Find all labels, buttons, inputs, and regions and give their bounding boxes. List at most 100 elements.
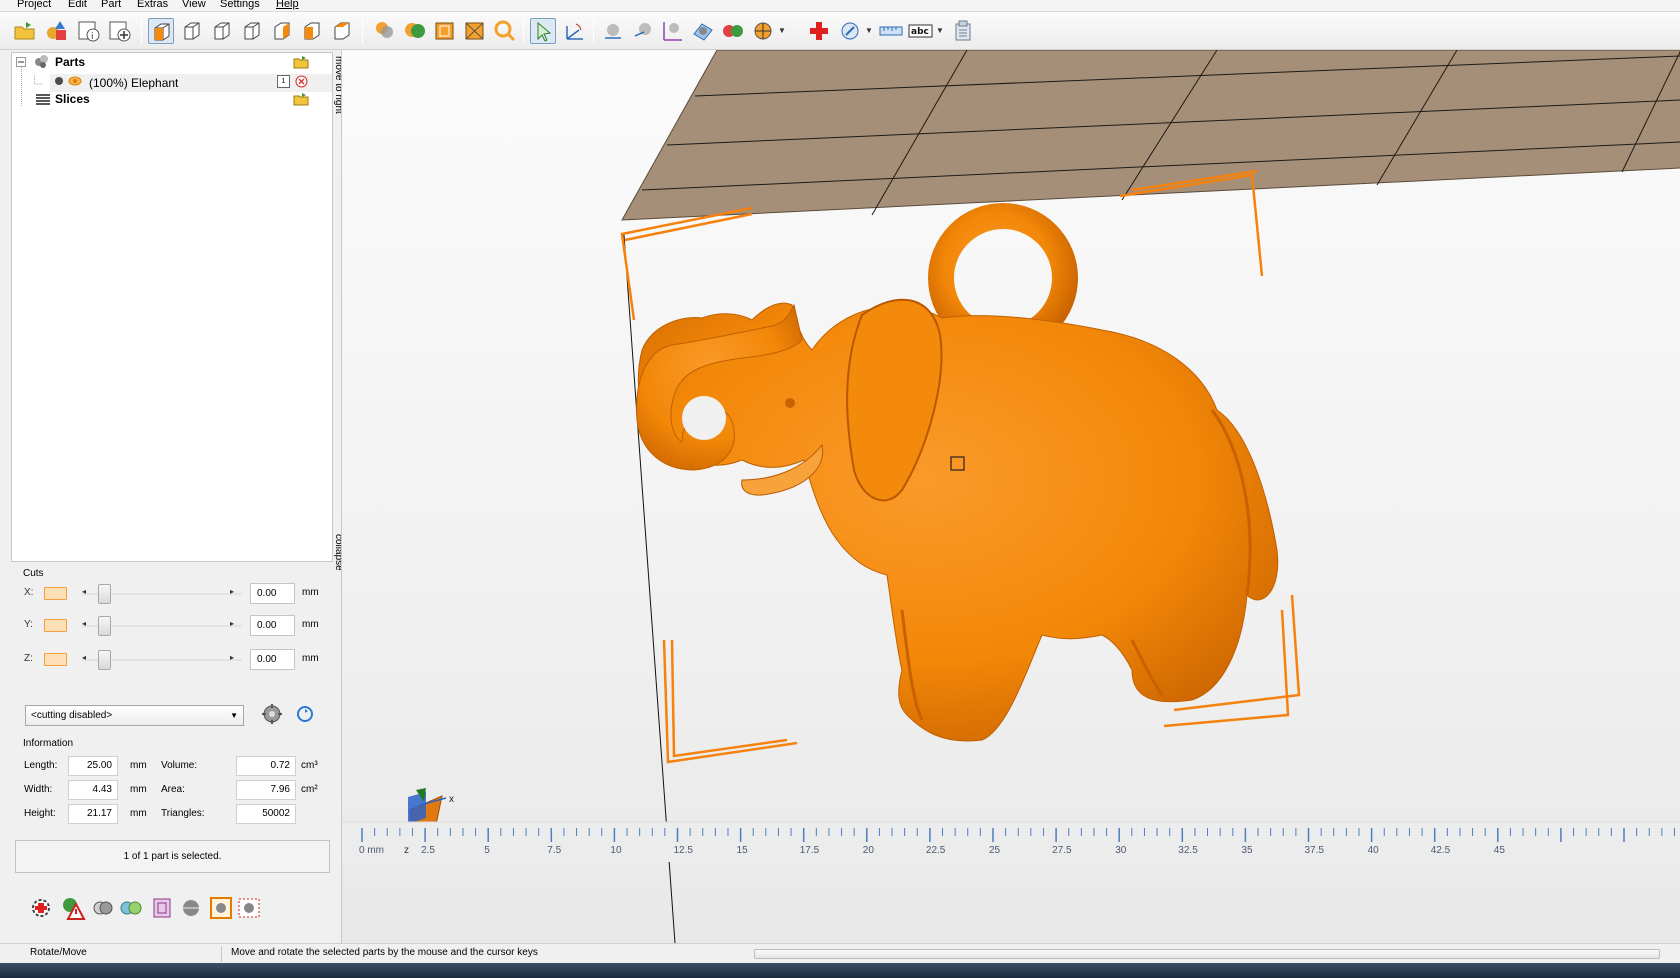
repair-gear-icon[interactable] xyxy=(28,895,54,921)
menu-project[interactable]: Project xyxy=(17,0,51,11)
cut-x-toggle[interactable] xyxy=(44,587,67,600)
ruler-label: 5 xyxy=(484,845,490,856)
tree-part-elephant[interactable]: (100%) Elephant xyxy=(89,74,178,92)
tree-parts-label[interactable]: Parts xyxy=(55,53,85,71)
ruler-label: 45 xyxy=(1494,845,1506,856)
wireframe-icon[interactable] xyxy=(432,18,458,44)
cut-z-input[interactable]: 0.00 xyxy=(250,649,295,670)
ruler-label: 10 xyxy=(610,845,622,856)
sphere-grey-icon[interactable] xyxy=(178,895,204,921)
area-value: 7.96 xyxy=(236,780,296,800)
cut-x-input[interactable]: 0.00 xyxy=(250,583,295,604)
label-icon[interactable] xyxy=(838,18,864,44)
slices-open-folder-icon[interactable] xyxy=(293,92,309,106)
view-top-icon[interactable] xyxy=(299,18,325,44)
menu-extras[interactable]: Extras xyxy=(137,0,168,11)
view-bottom-icon[interactable] xyxy=(329,18,355,44)
axis-x-label: x xyxy=(449,794,454,805)
rotate-sphere-icon[interactable] xyxy=(631,18,657,44)
section-dropdown-icon[interactable]: ▼ xyxy=(778,18,786,44)
tree-slices-label[interactable]: Slices xyxy=(55,90,90,108)
svg-text:i: i xyxy=(91,32,94,42)
elephant-model[interactable] xyxy=(636,203,1279,742)
shaded-view-icon[interactable] xyxy=(372,18,398,44)
zoom-icon[interactable] xyxy=(492,18,518,44)
view-back-icon[interactable] xyxy=(209,18,235,44)
height-label: Height: xyxy=(24,808,56,819)
cut-axis-label: Z: xyxy=(24,653,33,664)
chevron-down-icon: ▼ xyxy=(230,711,238,720)
menu-edit[interactable]: Edit xyxy=(68,0,87,11)
cut-row-x: X: ◂ ▸ 0.00 mm xyxy=(11,583,333,605)
report-icon[interactable] xyxy=(950,18,976,44)
cut-y-input[interactable]: 0.00 xyxy=(250,615,295,636)
view-front-icon[interactable] xyxy=(179,18,205,44)
cut-x-slider-thumb[interactable] xyxy=(98,584,111,604)
section-ball-icon[interactable] xyxy=(750,18,776,44)
view-left-icon[interactable] xyxy=(239,18,265,44)
cut-reset-icon[interactable] xyxy=(295,704,315,724)
cut-axis-label: X: xyxy=(24,587,34,598)
triangles-value: 50002 xyxy=(236,804,296,824)
rotate-move-icon[interactable] xyxy=(561,18,587,44)
repair-cross-icon[interactable] xyxy=(806,18,832,44)
parts-open-folder-icon[interactable] xyxy=(293,55,309,69)
toolbar-separator xyxy=(593,18,594,44)
select-pointer-icon[interactable] xyxy=(530,18,556,44)
split-icon[interactable] xyxy=(118,895,144,921)
plane-icon[interactable] xyxy=(690,18,716,44)
cut-apply-gear-icon[interactable] xyxy=(260,702,284,726)
merge-shells-icon[interactable] xyxy=(90,895,116,921)
add-part-icon[interactable] xyxy=(107,18,133,44)
menu-help[interactable]: Help xyxy=(276,0,299,11)
cuts-title: Cuts xyxy=(23,568,44,579)
view-right-icon[interactable] xyxy=(269,18,295,44)
toolbar-separator xyxy=(141,18,142,44)
status-message: Move and rotate the selected parts by th… xyxy=(231,947,538,958)
part-index-box[interactable]: 1 xyxy=(277,75,290,88)
remove-part-icon[interactable] xyxy=(295,75,308,88)
cut-z-toggle[interactable] xyxy=(44,653,67,666)
warning-icon[interactable] xyxy=(60,895,86,921)
cut-z-slider-thumb[interactable] xyxy=(98,650,111,670)
cutting-mode-select[interactable]: <cutting disabled> ▼ xyxy=(25,705,244,726)
ruler-label: 0 mm xyxy=(359,845,384,856)
view-perspective-icon[interactable] xyxy=(148,18,174,44)
sphere-icon[interactable] xyxy=(600,18,626,44)
part-visibility-eye-icon[interactable] xyxy=(68,74,82,88)
parts-tree: Parts (100%) Elephant 1 Slices xyxy=(11,52,333,562)
length-value: 25.00 xyxy=(68,756,118,776)
shaded-wireframe-icon[interactable] xyxy=(402,18,428,44)
ruler-label: 17.5 xyxy=(800,845,820,856)
menu-settings[interactable]: Settings xyxy=(220,0,260,11)
text-dropdown-icon[interactable]: ▼ xyxy=(936,18,944,44)
menu-part[interactable]: Part xyxy=(101,0,121,11)
part-info-icon[interactable]: i xyxy=(76,18,102,44)
text-abc-icon[interactable]: abc xyxy=(908,18,934,44)
3d-scene[interactable]: x 0 mm 2.5 5 7.5 10 12.5 15 17.5 20 22.5 25 27.5 30 3… xyxy=(342,50,1680,943)
ruler-label: 22.5 xyxy=(926,845,946,856)
add-shapes-icon[interactable] xyxy=(44,18,70,44)
cut-x-slider[interactable]: ◂ ▸ xyxy=(82,583,242,605)
tree-expander-icon[interactable] xyxy=(16,57,26,67)
axis-z-label: z xyxy=(404,845,409,856)
boundary-icon[interactable] xyxy=(149,895,175,921)
ruler-icon[interactable] xyxy=(878,18,904,44)
cutting-mode-value: <cutting disabled> xyxy=(31,710,113,721)
label-dropdown-icon[interactable]: ▼ xyxy=(865,18,873,44)
flip-triangles-icon[interactable] xyxy=(236,895,262,921)
part-status-dot-icon xyxy=(55,77,63,85)
measure-axes-icon[interactable] xyxy=(659,18,685,44)
cut-y-toggle[interactable] xyxy=(44,619,67,632)
boolean-spheres-icon[interactable] xyxy=(720,18,746,44)
menu-view[interactable]: View xyxy=(182,0,206,11)
cut-row-z: Z: ◂ ▸ 0.00 mm xyxy=(11,649,333,671)
frame-select-icon[interactable] xyxy=(208,895,234,921)
left-panel: Parts (100%) Elephant 1 Slices move to r… xyxy=(9,52,344,942)
cut-y-slider[interactable]: ◂ ▸ xyxy=(82,615,242,637)
3d-viewport[interactable]: x 0 mm 2.5 5 7.5 10 12.5 15 17.5 20 22.5 25 27.5 30 3… xyxy=(341,50,1680,943)
open-folder-icon[interactable] xyxy=(12,18,38,44)
cut-z-slider[interactable]: ◂ ▸ xyxy=(82,649,242,671)
triangles-view-icon[interactable] xyxy=(462,18,488,44)
cut-y-slider-thumb[interactable] xyxy=(98,616,111,636)
